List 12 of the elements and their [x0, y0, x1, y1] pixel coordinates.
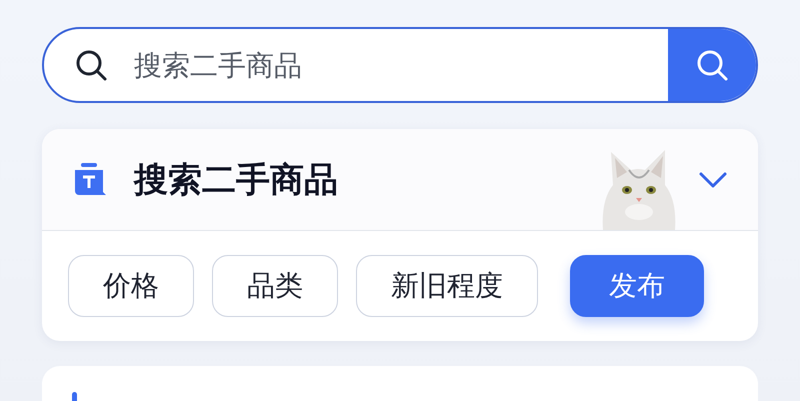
publish-button[interactable]: 发布 [570, 255, 704, 317]
filter-chip[interactable]: 价格 [68, 255, 194, 317]
search-button[interactable] [668, 29, 756, 101]
card-title: 搜索二手商品 [134, 158, 338, 202]
filter-chip[interactable]: 新旧程度 [356, 255, 538, 317]
search-icon [695, 48, 729, 82]
search-field[interactable]: 搜索二手商品 [132, 48, 668, 82]
search-bar[interactable]: 搜索二手商品 [42, 27, 758, 103]
chevron-down-icon[interactable] [698, 170, 728, 190]
search-icon [74, 48, 108, 82]
filter-chip[interactable]: 品类 [212, 255, 338, 317]
bag-icon [72, 162, 106, 198]
